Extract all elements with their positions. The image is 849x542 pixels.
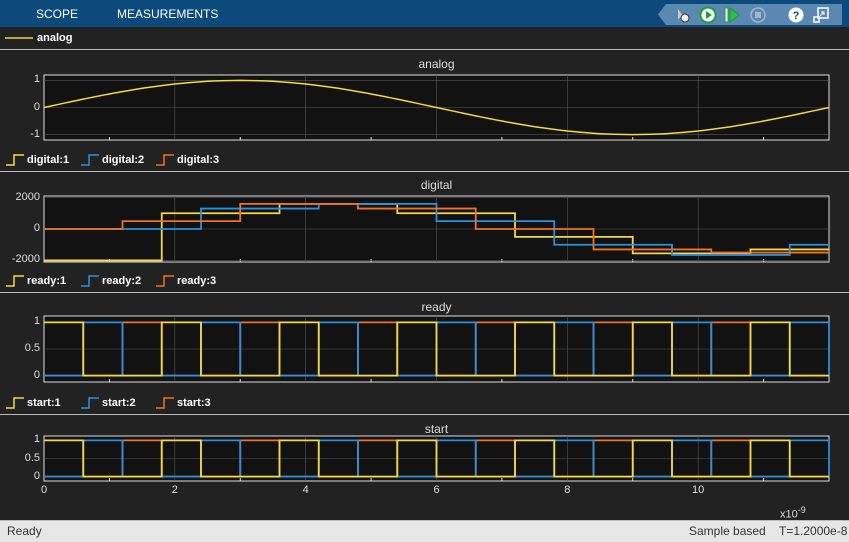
status-mode: Sample based [689,524,766,538]
axes-start [43,435,830,482]
status-bar: Ready Sample based T=1.2000e-8 [0,520,849,542]
axes-ready [43,315,830,383]
status-time: T=1.2000e-8 [779,524,848,538]
plots-canvas [43,74,830,482]
axes-digital [43,195,830,263]
status-text: Ready [7,524,42,538]
axes-analog [43,74,830,141]
